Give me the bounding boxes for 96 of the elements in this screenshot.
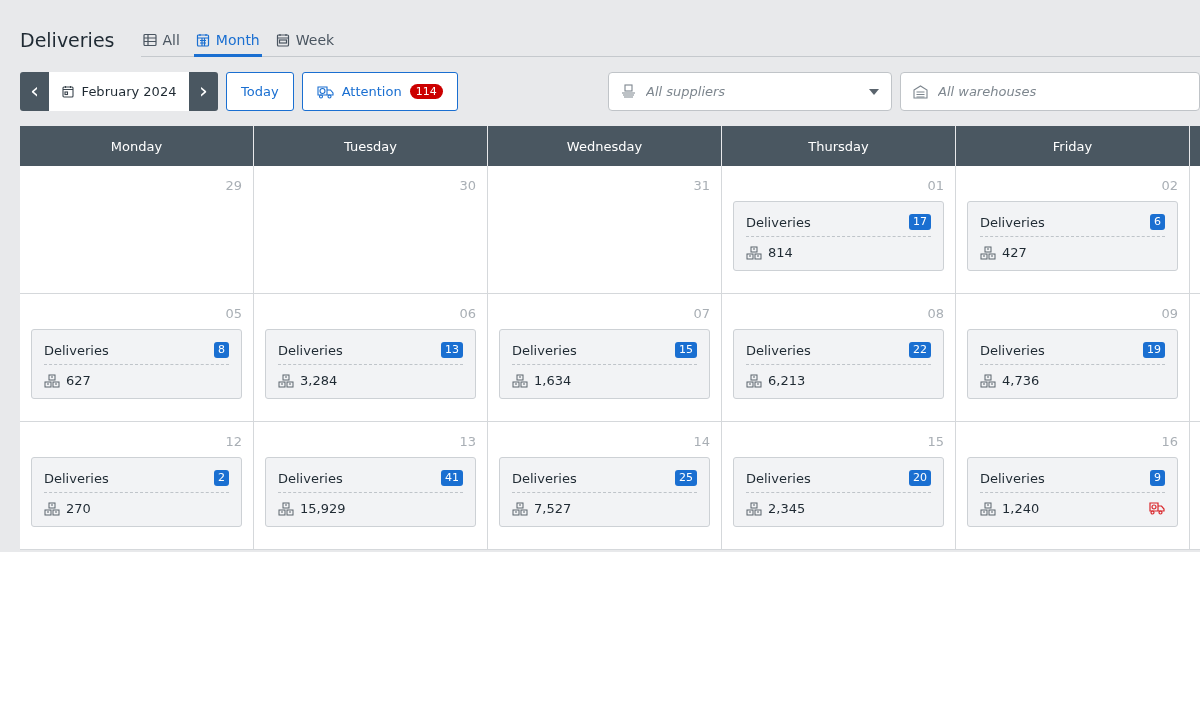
attention-count-badge: 114 <box>409 84 443 99</box>
delivery-count-badge: 8 <box>214 342 229 358</box>
card-title: Deliveries <box>278 342 343 358</box>
boxes-icon <box>746 373 762 388</box>
delivery-count-badge: 13 <box>441 342 463 358</box>
delivery-count-badge: 17 <box>909 214 931 230</box>
boxes-icon <box>278 501 294 516</box>
day-number: 12 <box>225 434 242 449</box>
view-tab[interactable]: Week <box>273 28 337 57</box>
attention-button[interactable]: Attention 114 <box>301 72 458 111</box>
boxes-icon <box>44 501 60 516</box>
deliveries-card[interactable]: Deliveries 2 270 <box>31 457 242 527</box>
delivery-count-badge: 15 <box>675 342 697 358</box>
today-button[interactable]: Today <box>226 72 294 111</box>
day-number: 02 <box>1161 178 1178 193</box>
day-number: 08 <box>927 306 944 321</box>
card-title: Deliveries <box>980 214 1045 230</box>
delivery-count-badge: 9 <box>1150 470 1165 486</box>
day-number: 30 <box>459 178 476 193</box>
next-month-button[interactable]: › <box>188 72 219 111</box>
quantity-text: 4,736 <box>1002 373 1041 388</box>
deliveries-card[interactable]: Deliveries 13 3,284 <box>265 329 476 399</box>
card-title: Deliveries <box>980 342 1045 358</box>
quantity-text: 2,345 <box>768 501 807 516</box>
view-tab[interactable]: All <box>140 28 182 57</box>
previous-month-button[interactable]: ‹ <box>20 72 50 111</box>
card-title: Deliveries <box>746 470 811 486</box>
quantity-text: 1,240 <box>1002 501 1041 516</box>
supplier-dropdown[interactable]: All suppliers <box>608 72 892 111</box>
boxes-icon <box>980 501 996 516</box>
day-number: 13 <box>459 434 476 449</box>
warehouse-icon <box>913 84 928 99</box>
card-title: Deliveries <box>746 214 811 230</box>
card-title: Deliveries <box>512 470 577 486</box>
card-title: Deliveries <box>746 342 811 358</box>
desk-icon <box>621 84 636 99</box>
delivery-count-badge: 25 <box>675 470 697 486</box>
quantity-text: 6,213 <box>768 373 807 388</box>
quantity-text: 814 <box>768 245 794 260</box>
calendar-icon <box>61 85 74 98</box>
day-number: 06 <box>459 306 476 321</box>
day-number: 07 <box>693 306 710 321</box>
calendar-icon <box>275 33 290 47</box>
deliveries-card[interactable]: Deliveries 9 1,240 <box>967 457 1178 527</box>
day-number: 05 <box>225 306 242 321</box>
day-number: 16 <box>1161 434 1178 449</box>
deliveries-card[interactable]: Deliveries 41 15,929 <box>265 457 476 527</box>
month-picker[interactable]: February 2024 <box>49 72 189 111</box>
card-title: Deliveries <box>44 342 109 358</box>
quantity-text: 15,929 <box>300 501 347 516</box>
table-icon <box>142 33 157 47</box>
boxes-icon <box>512 373 528 388</box>
deliveries-card[interactable]: Deliveries 22 6,213 <box>733 329 944 399</box>
delivery-count-badge: 19 <box>1143 342 1165 358</box>
card-title: Deliveries <box>278 470 343 486</box>
day-number: 01 <box>927 178 944 193</box>
deliveries-card[interactable]: Deliveries 25 7,527 <box>499 457 710 527</box>
quantity-text: 270 <box>66 501 92 516</box>
boxes-icon <box>980 245 996 260</box>
card-title: Deliveries <box>44 470 109 486</box>
warehouse-dropdown[interactable]: All warehouses <box>900 72 1200 111</box>
page-title: Deliveries <box>20 29 115 51</box>
delivery-count-badge: 6 <box>1150 214 1165 230</box>
boxes-icon <box>278 373 294 388</box>
boxes-icon <box>746 245 762 260</box>
filter-input[interactable]: All suppliers <box>644 83 861 100</box>
quantity-text: 1,634 <box>534 373 573 388</box>
delivery-count-badge: 2 <box>214 470 229 486</box>
day-number: 14 <box>693 434 710 449</box>
boxes-icon <box>512 501 528 516</box>
day-number: 29 <box>225 178 242 193</box>
truck-icon <box>316 84 334 99</box>
deliveries-card[interactable]: Deliveries 20 2,345 <box>733 457 944 527</box>
quantity-text: 3,284 <box>300 373 339 388</box>
boxes-icon <box>980 373 996 388</box>
card-title: Deliveries <box>512 342 577 358</box>
deliveries-card[interactable]: Deliveries 19 4,736 <box>967 329 1178 399</box>
day-number: 31 <box>693 178 710 193</box>
day-number: 09 <box>1161 306 1178 321</box>
boxes-icon <box>746 501 762 516</box>
card-title: Deliveries <box>980 470 1045 486</box>
boxes-icon <box>44 373 60 388</box>
deliveries-card[interactable]: Deliveries 17 814 <box>733 201 944 271</box>
delivery-count-badge: 20 <box>909 470 931 486</box>
delivery-count-badge: 22 <box>909 342 931 358</box>
calendar-icon <box>195 33 210 47</box>
delivery-count-badge: 41 <box>441 470 463 486</box>
quantity-text: 427 <box>1002 245 1028 260</box>
day-number: 15 <box>927 434 944 449</box>
deliveries-card[interactable]: Deliveries 8 627 <box>31 329 242 399</box>
deliveries-card[interactable]: Deliveries 6 427 <box>967 201 1178 271</box>
deliveries-card[interactable]: Deliveries 15 1,634 <box>499 329 710 399</box>
view-tab[interactable]: Month <box>193 28 262 57</box>
quantity-text: 7,527 <box>534 501 573 516</box>
quantity-text: 627 <box>66 373 92 388</box>
filter-input[interactable]: All warehouses <box>936 83 1187 100</box>
